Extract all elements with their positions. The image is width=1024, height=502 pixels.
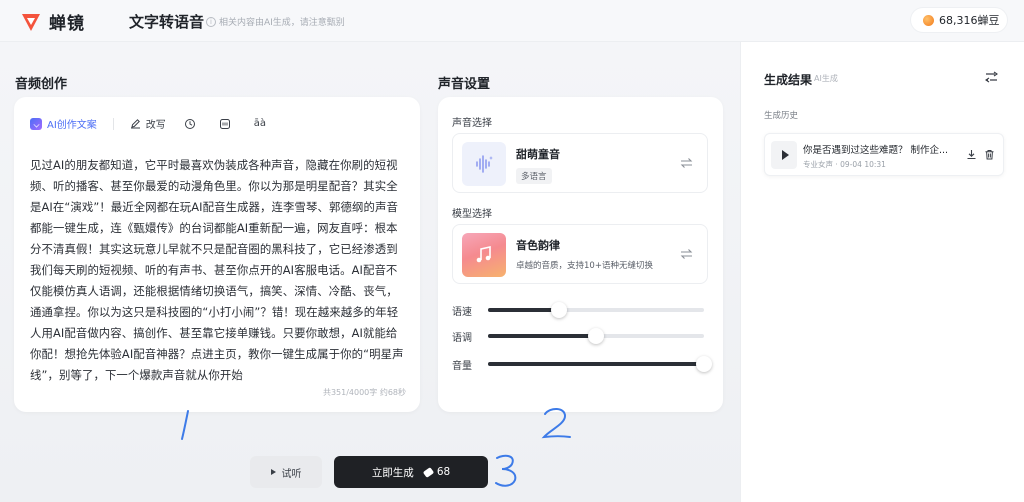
- rewrite-label: 改写: [145, 120, 166, 131]
- voice-selector[interactable]: 甜萌童音 多语言: [452, 133, 708, 193]
- history-label: 生成历史: [764, 111, 799, 121]
- preview-label: 试听: [281, 468, 302, 480]
- ai-copywriting-button[interactable]: AI创作文案: [30, 116, 97, 131]
- coin-balance[interactable]: 68,316蝉豆: [911, 8, 1007, 32]
- text-editor-card: AI创作文案 改写 āà 见过AI的朋友都知道，它平时最喜欢伪装成各种声音，隐藏…: [14, 97, 420, 412]
- pinyin-button[interactable]: āà: [254, 118, 266, 129]
- history-item-actions: [966, 149, 995, 160]
- voice-tag: 多语言: [516, 168, 552, 184]
- logo-text: 蝉镜: [49, 14, 85, 34]
- annotation-2-mark: [541, 408, 571, 439]
- trash-icon[interactable]: [984, 149, 995, 160]
- pitch-slider[interactable]: 语调: [452, 328, 712, 344]
- annotation-1-mark: [181, 410, 189, 440]
- page-hint-text: 相关内容由AI生成，请注意甄别: [219, 18, 345, 28]
- toolbar-divider: [112, 117, 114, 130]
- speed-knob[interactable]: [551, 302, 568, 318]
- volume-fill: [488, 362, 704, 366]
- voice-thumbnail: [462, 142, 506, 186]
- pause-insert-button[interactable]: [184, 118, 201, 130]
- clock-icon: [184, 118, 195, 129]
- logo[interactable]: 蝉镜: [20, 9, 85, 34]
- number-box-icon: [219, 118, 230, 129]
- sound-wave-icon: [476, 155, 493, 173]
- history-item-meta: 专业女声 · 09-04 10:31: [803, 160, 886, 169]
- swap-icon[interactable]: [680, 157, 693, 169]
- results-subtitle: AI生成: [814, 74, 838, 83]
- page-hint: i 相关内容由AI生成，请注意甄别: [206, 15, 345, 28]
- swap-icon[interactable]: [680, 248, 693, 260]
- voice-settings-card: 声音选择 甜萌童音 多语言 模型选择 音色韵律 卓越的音质，支持10+语种无缝切…: [438, 97, 723, 412]
- ticket-icon: [422, 466, 435, 478]
- audio-creation-title: 音频创作: [15, 77, 68, 92]
- model-select-label: 模型选择: [452, 209, 492, 220]
- volume-track[interactable]: [488, 356, 712, 372]
- model-selector[interactable]: 音色韵律 卓越的音质，支持10+语种无缝切换: [452, 224, 708, 284]
- volume-label: 音量: [452, 361, 472, 372]
- word-counter: 共351/4000字 约68秒: [322, 388, 406, 397]
- logo-icon: [22, 13, 40, 31]
- edit-icon: [130, 119, 140, 129]
- model-description: 卓越的音质，支持10+语种无缝切换: [516, 261, 653, 271]
- generate-label: 立即生成: [371, 466, 414, 479]
- number-read-button[interactable]: [219, 118, 236, 130]
- pitch-label: 语调: [452, 333, 472, 344]
- info-icon: i: [206, 16, 216, 27]
- play-icon: [270, 469, 276, 475]
- voice-select-label: 声音选择: [452, 118, 492, 129]
- generate-button[interactable]: 立即生成 68: [334, 456, 488, 488]
- annotation-3-mark: [495, 454, 517, 487]
- history-play-button[interactable]: [771, 141, 797, 169]
- script-textarea[interactable]: 见过AI的朋友都知道，它平时最喜欢伪装成各种声音，隐藏在你刷的短视频、听的播客、…: [30, 155, 406, 386]
- volume-knob[interactable]: [696, 356, 712, 372]
- history-item-title: 你是否遇到过这些难题？ 制作企...: [803, 145, 949, 156]
- filter-icon[interactable]: [985, 71, 998, 83]
- voice-name: 甜萌童音: [516, 148, 560, 161]
- music-note-icon: [476, 246, 491, 263]
- speed-label: 语速: [452, 307, 472, 318]
- speed-fill: [488, 308, 560, 312]
- ai-pen-icon: [30, 117, 42, 130]
- pinyin-label: āà: [253, 118, 267, 129]
- editor-toolbar: AI创作文案 改写 āà: [30, 116, 284, 131]
- model-thumbnail: [462, 233, 506, 277]
- results-panel: 生成结果 AI生成 生成历史 你是否遇到过这些难题？ 制作企... 专业女声 ·…: [740, 42, 1024, 502]
- speed-slider[interactable]: 语速: [452, 302, 712, 318]
- pitch-track[interactable]: [488, 328, 704, 344]
- preview-button[interactable]: 试听: [250, 456, 322, 488]
- rewrite-button[interactable]: 改写: [130, 116, 166, 131]
- volume-slider[interactable]: 音量: [452, 356, 712, 372]
- coin-icon: [923, 14, 934, 26]
- pitch-fill: [488, 334, 596, 338]
- generate-cost: 68: [436, 466, 451, 478]
- page-title: 文字转语音: [129, 13, 205, 31]
- download-icon[interactable]: [966, 149, 977, 160]
- results-title: 生成结果: [764, 73, 813, 87]
- voice-settings-title: 声音设置: [438, 77, 491, 92]
- coin-balance-text: 68,316蝉豆: [939, 14, 1000, 27]
- pitch-knob[interactable]: [588, 328, 604, 344]
- speed-track[interactable]: [488, 302, 704, 318]
- model-name: 音色韵律: [516, 239, 560, 252]
- history-item[interactable]: 你是否遇到过这些难题？ 制作企... 专业女声 · 09-04 10:31: [764, 133, 1004, 176]
- ai-copywriting-label: AI创作文案: [47, 120, 97, 131]
- play-icon: [781, 150, 789, 160]
- top-bar: 蝉镜 文字转语音 i 相关内容由AI生成，请注意甄别 68,316蝉豆: [0, 0, 1024, 42]
